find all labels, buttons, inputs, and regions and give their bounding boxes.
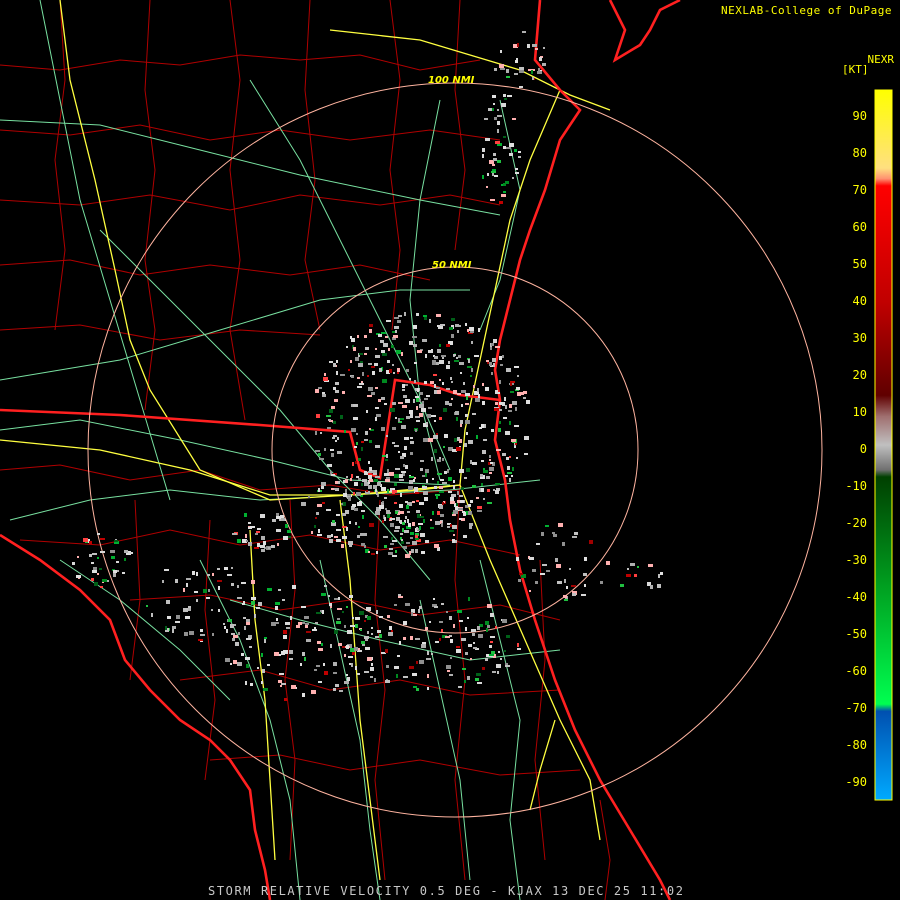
product-footer: STORM RELATIVE VELOCITY 0.5 DEG - KJAX 1… — [208, 884, 685, 898]
radar-map: 100 NMI 50 NMI — [0, 0, 900, 900]
range-ring-label-100: 100 NMI — [428, 75, 475, 86]
range-ring-label-50: 50 NMI — [432, 260, 472, 271]
product-label: NEXR — [867, 53, 895, 66]
credit-text: NEXLAB-College of DuPage — [721, 4, 892, 17]
units-label: [KT] — [842, 63, 869, 76]
